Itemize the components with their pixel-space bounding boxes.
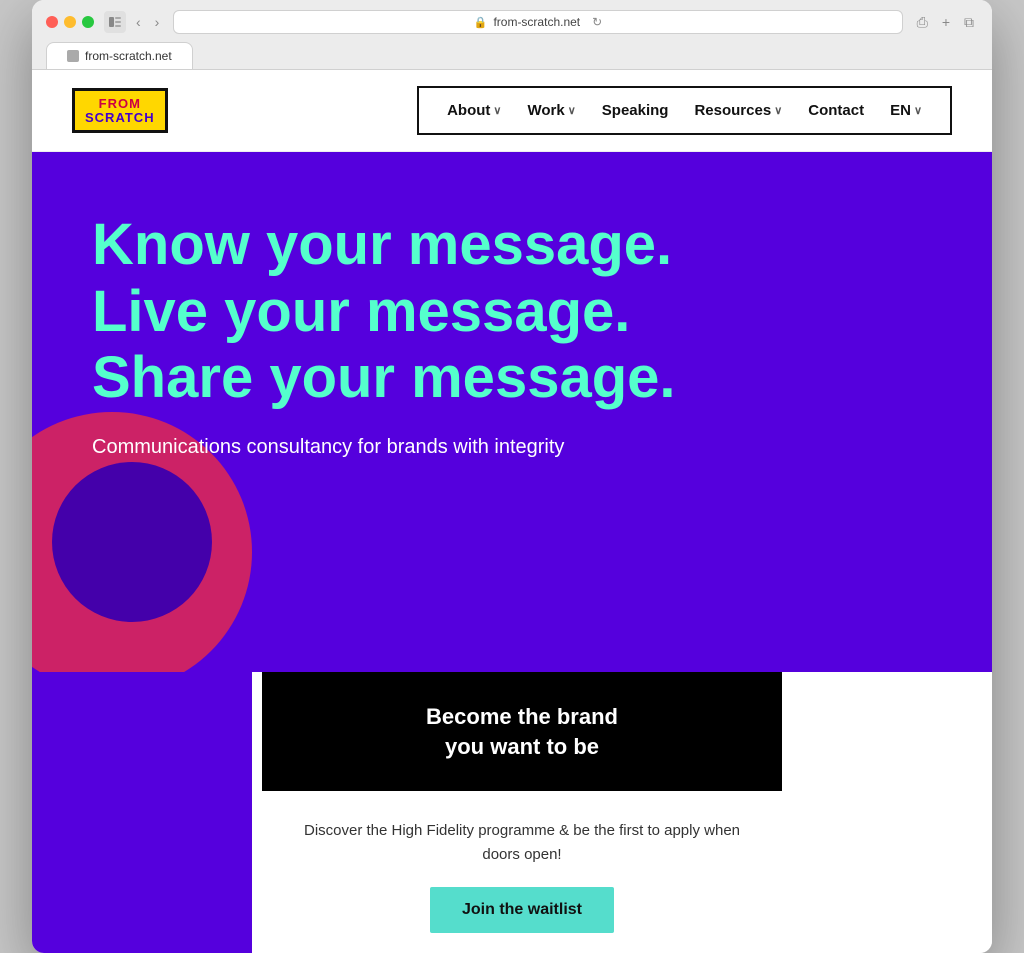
chevron-down-icon: ∨ (493, 104, 501, 117)
minimize-button[interactable] (64, 16, 76, 28)
tabs-overview-button[interactable]: ⧉ (960, 12, 978, 33)
tab-label: from-scratch.net (85, 49, 172, 63)
tab-favicon (67, 50, 79, 62)
nav-item-about[interactable]: About ∨ (437, 98, 511, 123)
url-text: from-scratch.net (493, 15, 580, 29)
logo[interactable]: FROM SCRATCH (72, 88, 168, 133)
chevron-down-icon: ∨ (568, 104, 576, 117)
cta-description: Discover the High Fidelity programme & b… (302, 819, 742, 867)
hero-subheadline: Communications consultancy for brands wi… (92, 436, 792, 459)
share-button[interactable]: ⎙ (913, 12, 932, 33)
cta-card-container: Become the brand you want to be Discover… (262, 672, 782, 953)
active-tab[interactable]: from-scratch.net (46, 42, 193, 69)
hero-section: Know your message. Live your message. Sh… (32, 152, 992, 672)
browser-actions: ⎙ + ⧉ (913, 12, 978, 33)
back-button[interactable]: ‹ (132, 12, 145, 32)
cta-section-wrapper: Become the brand you want to be Discover… (32, 672, 992, 953)
logo-scratch-text: SCRATCH (85, 111, 155, 124)
hero-left-column (32, 672, 252, 953)
address-bar[interactable]: 🔒 from-scratch.net ↻ (173, 10, 902, 34)
right-column (792, 672, 992, 953)
site-header: FROM SCRATCH About ∨ Work ∨ Speaking Res… (32, 70, 992, 152)
browser-chrome: ‹ › 🔒 from-scratch.net ↻ ⎙ + ⧉ from-scra… (32, 0, 992, 70)
refresh-icon[interactable]: ↻ (592, 15, 602, 29)
cta-body: Discover the High Fidelity programme & b… (262, 791, 782, 953)
join-waitlist-button[interactable]: Join the waitlist (430, 887, 614, 933)
lock-icon: 🔒 (474, 16, 488, 29)
maximize-button[interactable] (82, 16, 94, 28)
hero-content: Know your message. Live your message. Sh… (92, 212, 792, 459)
site-navigation: About ∨ Work ∨ Speaking Resources ∨ Cont… (417, 86, 952, 135)
cta-title: Become the brand you want to be (302, 702, 742, 761)
logo-from-text: FROM (99, 97, 141, 110)
tab-bar: from-scratch.net (46, 42, 978, 69)
cta-card: Become the brand you want to be (262, 672, 782, 791)
browser-controls: ‹ › (104, 11, 163, 33)
nav-item-work[interactable]: Work ∨ (517, 98, 585, 123)
traffic-lights (46, 16, 94, 28)
chevron-down-icon: ∨ (914, 104, 922, 117)
cta-content-area: Become the brand you want to be Discover… (252, 672, 792, 953)
chevron-down-icon: ∨ (774, 104, 782, 117)
sidebar-toggle-button[interactable] (104, 11, 126, 33)
new-tab-button[interactable]: + (938, 12, 954, 32)
logo-box: FROM SCRATCH (72, 88, 168, 133)
close-button[interactable] (46, 16, 58, 28)
forward-button[interactable]: › (151, 12, 164, 32)
browser-window: ‹ › 🔒 from-scratch.net ↻ ⎙ + ⧉ from-scra… (32, 0, 992, 953)
nav-item-speaking[interactable]: Speaking (592, 98, 679, 123)
nav-item-language[interactable]: EN ∨ (880, 98, 932, 123)
hero-headline: Know your message. Live your message. Sh… (92, 212, 792, 412)
nav-item-resources[interactable]: Resources ∨ (684, 98, 792, 123)
nav-item-contact[interactable]: Contact (798, 98, 874, 123)
decorative-circle-purple (52, 462, 212, 622)
